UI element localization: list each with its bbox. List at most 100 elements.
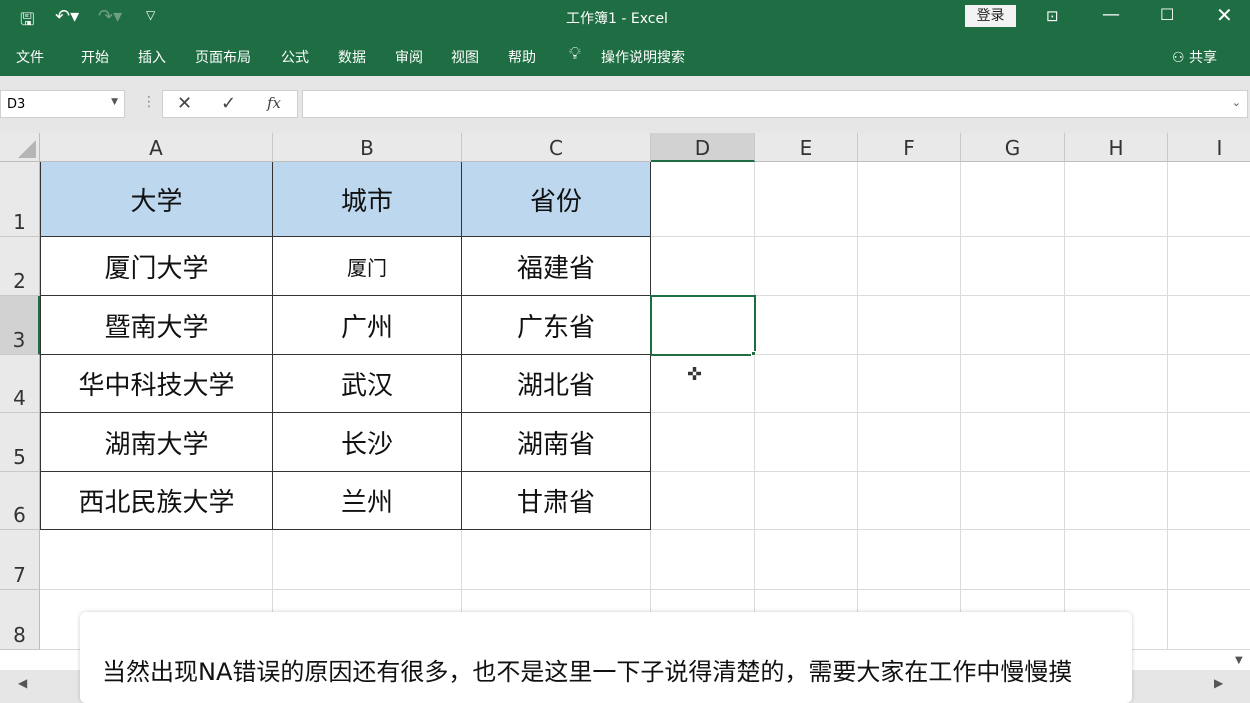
redo-icon[interactable]: ↷▾ xyxy=(98,6,122,27)
cell-H3[interactable] xyxy=(1065,296,1168,355)
cell-E1[interactable] xyxy=(755,162,858,237)
cell-D5[interactable] xyxy=(651,413,755,472)
insert-function-icon[interactable]: fx xyxy=(267,94,281,112)
cell-E3[interactable] xyxy=(755,296,858,355)
column-header-H[interactable]: H xyxy=(1065,133,1168,162)
tab-help[interactable]: 帮助 xyxy=(508,47,536,67)
column-header-E[interactable]: E xyxy=(755,133,858,162)
cell-A5[interactable]: 湖南大学 xyxy=(40,413,273,472)
tab-review[interactable]: 审阅 xyxy=(395,47,423,67)
cell-D4[interactable] xyxy=(651,355,755,413)
cell-G5[interactable] xyxy=(961,413,1065,472)
cell-D7[interactable] xyxy=(651,530,755,590)
cancel-icon[interactable]: ✕ xyxy=(177,93,192,114)
cell-B3[interactable]: 广州 xyxy=(273,296,462,355)
customize-quick-access-icon[interactable]: ▽ xyxy=(146,8,155,22)
cell-H5[interactable] xyxy=(1065,413,1168,472)
cell-F4[interactable] xyxy=(858,355,961,413)
cell-E5[interactable] xyxy=(755,413,858,472)
cell-G7[interactable] xyxy=(961,530,1065,590)
cell-G6[interactable] xyxy=(961,472,1065,530)
cell-I1[interactable] xyxy=(1168,162,1250,237)
cell-I2[interactable] xyxy=(1168,237,1250,296)
undo-icon[interactable]: ↶▾ xyxy=(55,6,79,27)
cell-A3[interactable]: 暨南大学 xyxy=(40,296,273,355)
column-header-D[interactable]: D xyxy=(651,133,755,162)
scroll-down-icon[interactable]: ▼ xyxy=(1235,655,1243,666)
cell-D3[interactable] xyxy=(650,295,756,356)
cell-F5[interactable] xyxy=(858,413,961,472)
chevron-down-icon[interactable]: ▼ xyxy=(111,97,118,107)
cell-E4[interactable] xyxy=(755,355,858,413)
table-header-cell[interactable]: 省份 xyxy=(462,162,651,237)
cell-F7[interactable] xyxy=(858,530,961,590)
save-icon[interactable]: 🖫 xyxy=(20,7,34,36)
cell-H6[interactable] xyxy=(1065,472,1168,530)
cell-D2[interactable] xyxy=(651,237,755,296)
cell-I3[interactable] xyxy=(1168,296,1250,355)
cell-C3[interactable]: 广东省 xyxy=(462,296,651,355)
cell-H1[interactable] xyxy=(1065,162,1168,237)
cell-I5[interactable] xyxy=(1168,413,1250,472)
cell-A6[interactable]: 西北民族大学 xyxy=(40,472,273,530)
cell-B4[interactable]: 武汉 xyxy=(273,355,462,413)
minimize-button[interactable]: — xyxy=(1102,4,1120,25)
cell-B7[interactable] xyxy=(273,530,462,590)
tab-insert[interactable]: 插入 xyxy=(138,47,166,67)
cell-C5[interactable]: 湖南省 xyxy=(462,413,651,472)
cell-H7[interactable] xyxy=(1065,530,1168,590)
cell-E2[interactable] xyxy=(755,237,858,296)
cell-E6[interactable] xyxy=(755,472,858,530)
scroll-right-icon[interactable]: ▶ xyxy=(1214,676,1223,690)
row-header-7[interactable]: 7 xyxy=(0,530,40,590)
cell-C6[interactable]: 甘肃省 xyxy=(462,472,651,530)
cell-A4[interactable]: 华中科技大学 xyxy=(40,355,273,413)
cell-F6[interactable] xyxy=(858,472,961,530)
table-header-cell[interactable]: 城市 xyxy=(273,162,462,237)
close-button[interactable]: ✕ xyxy=(1216,3,1233,27)
cell-I7[interactable] xyxy=(1168,530,1250,590)
tab-page-layout[interactable]: 页面布局 xyxy=(195,47,251,67)
name-box[interactable]: D3 ▼ xyxy=(0,90,125,118)
row-header-6[interactable]: 6 xyxy=(0,472,40,530)
cell-B6[interactable]: 兰州 xyxy=(273,472,462,530)
cell-C4[interactable]: 湖北省 xyxy=(462,355,651,413)
cell-G4[interactable] xyxy=(961,355,1065,413)
column-header-I[interactable]: I xyxy=(1168,133,1250,162)
tab-data[interactable]: 数据 xyxy=(338,47,366,67)
column-header-F[interactable]: F xyxy=(858,133,961,162)
column-header-A[interactable]: A xyxy=(40,133,273,162)
column-header-B[interactable]: B xyxy=(273,133,462,162)
tab-home[interactable]: 开始 xyxy=(81,47,109,67)
cell-D1[interactable] xyxy=(651,162,755,237)
cell-I6[interactable] xyxy=(1168,472,1250,530)
row-header-3[interactable]: 3 xyxy=(0,296,40,355)
cell-C7[interactable] xyxy=(462,530,651,590)
scroll-sheets-left-icon[interactable]: ◀ xyxy=(18,676,27,690)
expand-formula-icon[interactable]: ⌄ xyxy=(1232,96,1241,109)
cell-H4[interactable] xyxy=(1065,355,1168,413)
formula-input[interactable]: ⌄ xyxy=(302,90,1248,118)
column-header-C[interactable]: C xyxy=(462,133,651,162)
tell-me-search[interactable]: 操作说明搜索 xyxy=(601,47,685,67)
tab-file[interactable]: 文件 xyxy=(16,47,44,67)
cell-H2[interactable] xyxy=(1065,237,1168,296)
cell-F3[interactable] xyxy=(858,296,961,355)
cell-I4[interactable] xyxy=(1168,355,1250,413)
enter-check-icon[interactable]: ✓ xyxy=(221,93,236,114)
ribbon-display-options-icon[interactable]: ⊡ xyxy=(1046,7,1059,25)
cell-I8[interactable] xyxy=(1168,590,1250,650)
cell-G1[interactable] xyxy=(961,162,1065,237)
row-header-8[interactable]: 8 xyxy=(0,590,40,650)
cell-A7[interactable] xyxy=(40,530,273,590)
cell-G3[interactable] xyxy=(961,296,1065,355)
login-button[interactable]: 登录 xyxy=(965,5,1016,27)
cell-C2[interactable]: 福建省 xyxy=(462,237,651,296)
cell-F2[interactable] xyxy=(858,237,961,296)
column-header-G[interactable]: G xyxy=(961,133,1065,162)
row-header-1[interactable]: 1 xyxy=(0,162,40,237)
row-header-5[interactable]: 5 xyxy=(0,413,40,472)
cell-E7[interactable] xyxy=(755,530,858,590)
tab-view[interactable]: 视图 xyxy=(451,47,479,67)
cell-B2[interactable]: 厦门 xyxy=(273,237,462,296)
